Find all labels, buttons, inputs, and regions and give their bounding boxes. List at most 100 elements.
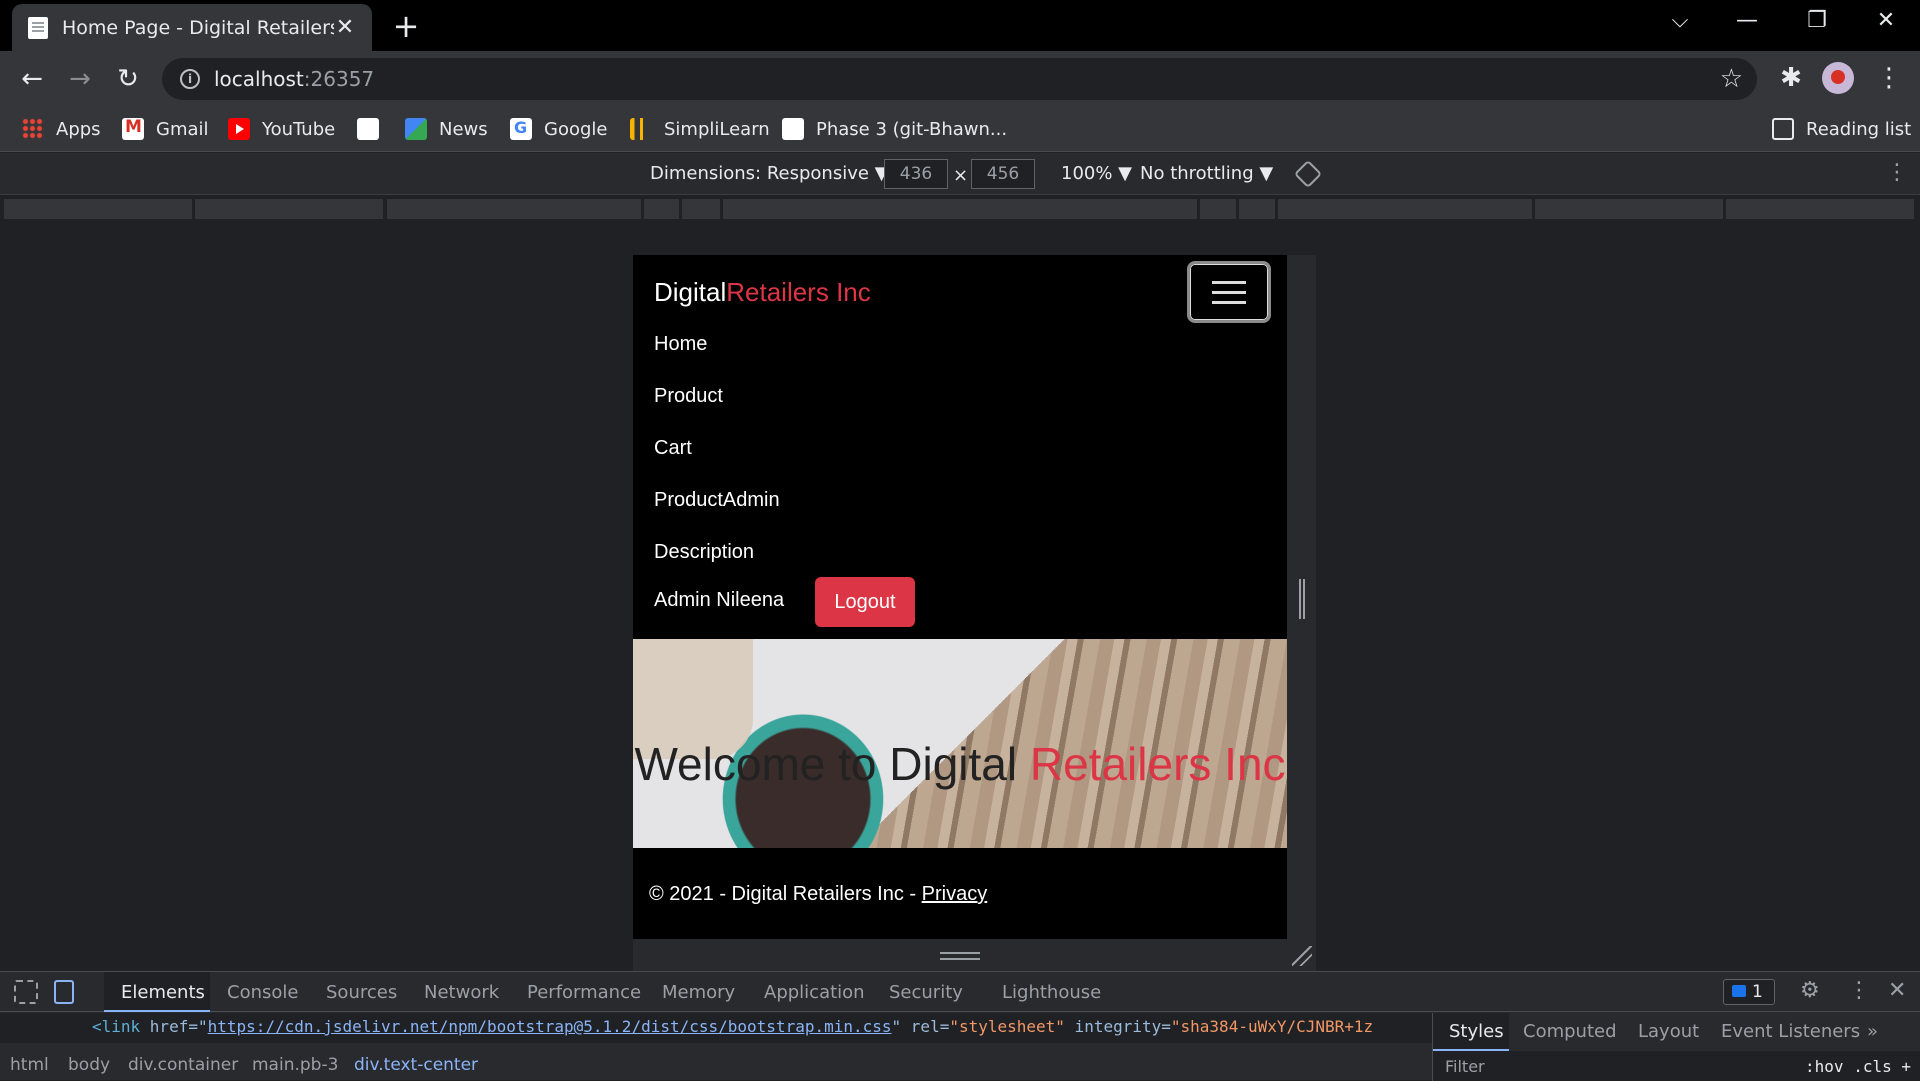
site-info-icon[interactable]: i [180,69,200,89]
devtools-tab-lighthouse[interactable]: Lighthouse [1002,982,1101,1003]
devtools-tab-memory[interactable]: Memory [662,982,735,1003]
bookmark-apps[interactable]: Apps [22,116,101,142]
throttling-dropdown[interactable]: No throttling ▼ [1140,163,1273,184]
github-icon [782,118,804,140]
devtools-tab-application[interactable]: Application [764,982,865,1003]
viewport-resize-handle-bottom[interactable] [940,952,980,960]
logout-button[interactable]: Logout [815,577,915,627]
tab-close-icon[interactable]: ✕ [334,15,356,40]
inspect-element-icon[interactable] [14,980,38,1004]
elements-dom-line[interactable]: <link href="https://cdn.jsdelivr.net/npm… [0,1013,1432,1043]
ruler-segment[interactable] [682,199,722,219]
dimensions-dropdown[interactable]: Dimensions: Responsive ▼ [650,163,889,184]
hamburger-icon-bar [1212,281,1246,284]
hero-title: Welcome to Digital Retailers Inc [633,735,1287,793]
device-more-icon[interactable]: ⋮ [1886,160,1908,185]
ruler-segment[interactable] [195,199,385,219]
devtools-tab-performance[interactable]: Performance [527,982,641,1003]
ruler-segment[interactable] [1239,199,1277,219]
code-href-link[interactable]: https://cdn.jsdelivr.net/npm/bootstrap@5… [208,1017,892,1036]
close-window-button[interactable]: ✕ [1866,6,1906,36]
bookmark-google[interactable]: Google [510,116,607,142]
back-button[interactable]: ← [14,61,50,97]
viewport-height-input[interactable]: 456 [971,159,1035,189]
side-tab-layout[interactable]: Layout [1638,1021,1699,1042]
devtools-tab-security[interactable]: Security [889,982,963,1003]
ruler-segment[interactable] [387,199,643,219]
devtools-more-icon[interactable]: ⋮ [1848,978,1870,1003]
breadcrumb-div-text-center[interactable]: div.text-center [354,1055,478,1075]
hero-title-main: Welcome to Digital [634,738,1030,790]
restore-button[interactable]: ❐ [1797,6,1837,36]
ruler-segment[interactable] [1726,199,1916,219]
nav-link-product[interactable]: Product [654,385,723,408]
code-tag: <link [92,1017,150,1036]
bookmark-label: YouTube [262,118,336,140]
ruler-segment[interactable] [1535,199,1725,219]
nav-link-description[interactable]: Description [654,541,754,564]
bookmark-news[interactable]: News [405,116,488,142]
bookmark-youtube[interactable]: YouTube [228,116,335,142]
url-port: :26357 [303,67,375,91]
side-tab-event-listeners[interactable]: Event Listeners [1721,1021,1860,1042]
bookmark-label: Google [544,118,608,140]
simplilearn-icon [630,118,652,140]
navbar-toggler-button[interactable] [1187,261,1271,323]
footer-copyright: © 2021 - Digital Retailers Inc - [649,883,922,905]
address-bar[interactable]: i localhost:26357 ☆ [162,58,1757,100]
nav-link-productadmin[interactable]: ProductAdmin [654,489,780,512]
tab-search-icon[interactable]: ⌵ [1660,6,1700,36]
devtools-tab-elements[interactable]: Elements [121,982,205,1003]
nav-link-home[interactable]: Home [654,333,707,356]
viewport-resize-handle-right[interactable] [1299,579,1305,619]
styles-sidebar: Styles Computed Layout Event Listeners »… [1432,1013,1920,1081]
devtools-tab-sources[interactable]: Sources [326,982,397,1003]
site-brand-link[interactable]: DigitalRetailers Inc [654,277,871,308]
side-tab-styles[interactable]: Styles [1449,1021,1504,1042]
bookmark-github[interactable]: Phase 3 (git-Bhawn... [782,116,1007,142]
ruler-segment[interactable] [4,199,194,219]
viewport-resize-corner[interactable] [1292,946,1312,966]
side-tabs-overflow-icon[interactable]: » [1867,1021,1878,1042]
device-toggle-icon[interactable] [54,980,74,1004]
bookmark-star-icon[interactable]: ☆ [1720,64,1743,94]
reading-list-label: Reading list [1806,118,1912,140]
breadcrumb-div-container[interactable]: div.container [128,1055,238,1075]
ruler-segment[interactable] [1200,199,1238,219]
browser-menu-icon[interactable]: ⋮ [1872,63,1906,93]
filter-tools[interactable]: :hov .cls + [1805,1057,1911,1076]
issues-counter-button[interactable]: 1 [1723,979,1775,1005]
extensions-icon[interactable]: ✱ [1774,63,1808,93]
breadcrumb-body[interactable]: body [68,1055,110,1075]
bookmark-label: Apps [56,118,101,140]
browser-tab[interactable]: Home Page - Digital Retailers Inc ✕ [12,4,372,51]
profile-avatar[interactable] [1822,62,1854,94]
minimize-button[interactable]: — [1727,6,1767,36]
google-icon [510,118,532,140]
breadcrumb-html[interactable]: html [10,1055,49,1075]
new-tab-button[interactable]: + [390,8,422,44]
reload-button[interactable]: ↻ [110,61,146,97]
devtools-settings-icon[interactable]: ⚙ [1800,978,1820,1003]
code-rel-value: "stylesheet" [949,1017,1065,1036]
ruler-segment[interactable] [644,199,681,219]
bookmark-gmail[interactable]: Gmail [122,116,209,142]
zoom-dropdown[interactable]: 100% ▼ [1061,163,1132,184]
footer: © 2021 - Digital Retailers Inc - Privacy [649,883,987,906]
breadcrumb-main[interactable]: main.pb-3 [252,1055,338,1075]
styles-filter-input[interactable]: Filter :hov .cls + [1433,1051,1920,1081]
privacy-link[interactable]: Privacy [922,883,988,905]
reading-list-button[interactable]: Reading list [1772,116,1911,142]
ruler-segment[interactable] [1278,199,1534,219]
forward-button[interactable]: → [62,61,98,97]
ruler-segment[interactable] [723,199,1199,219]
website-page: DigitalRetailers Inc Home Product Cart P… [633,255,1287,939]
devtools-tab-console[interactable]: Console [227,982,298,1003]
nav-link-cart[interactable]: Cart [654,437,692,460]
devtools-close-icon[interactable]: ✕ [1888,978,1906,1003]
side-tab-computed[interactable]: Computed [1523,1021,1617,1042]
devtools-tab-network[interactable]: Network [424,982,499,1003]
bookmark-simplilearn[interactable]: SimpliLearn [630,116,770,142]
viewport-width-input[interactable]: 436 [884,159,948,189]
bookmark-globe[interactable] [357,116,391,142]
